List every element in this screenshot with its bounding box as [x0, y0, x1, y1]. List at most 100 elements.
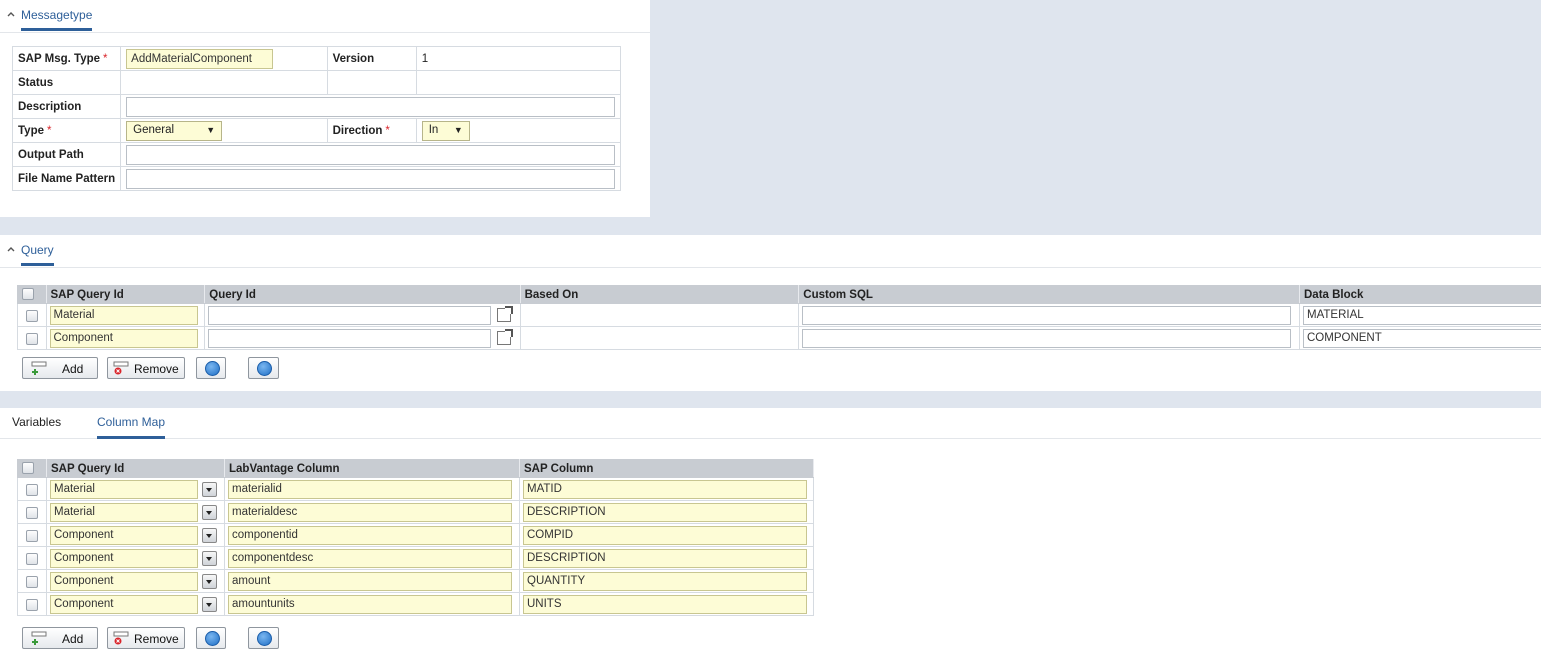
type-label: Type *	[11, 118, 122, 143]
sap-column-input[interactable]	[523, 479, 807, 499]
file-name-pattern-input[interactable]	[126, 168, 616, 189]
tab-variables[interactable]: Variables	[12, 415, 61, 429]
section-title-messagetype[interactable]: Messagetype	[21, 8, 93, 31]
query-grid-header: SAP Query Id Query Id Based On Custom SQ…	[17, 285, 1541, 304]
dropdown-arrow-icon[interactable]	[202, 481, 217, 497]
lookup-icon[interactable]	[497, 329, 514, 345]
dropdown-arrow-icon[interactable]	[202, 550, 217, 566]
type-select[interactable]: General ▼	[126, 120, 223, 141]
labvantage-column-cell	[224, 477, 520, 501]
description-cell	[120, 94, 622, 119]
sap-msg-type-input[interactable]	[126, 48, 274, 69]
row-checkbox-cell	[17, 546, 47, 570]
sap-query-id-input[interactable]	[50, 548, 198, 568]
chevron-up-icon[interactable]	[6, 9, 16, 19]
row-checkbox[interactable]	[26, 552, 38, 565]
sap-column-input[interactable]	[523, 502, 807, 522]
column-map-grid-header: SAP Query Id LabVantage Column SAP Colum…	[17, 459, 814, 478]
move-down-button[interactable]	[248, 357, 279, 379]
sap-query-id-input[interactable]	[49, 305, 198, 325]
labvantage-column-input[interactable]	[228, 525, 512, 545]
row-checkbox-cell	[17, 569, 47, 593]
required-mark: *	[103, 52, 108, 65]
row-checkbox[interactable]	[26, 529, 38, 542]
row-checkbox[interactable]	[26, 575, 38, 588]
labvantage-column-input[interactable]	[228, 548, 512, 568]
row-checkbox-cell	[17, 326, 47, 350]
direction-select[interactable]: In ▼	[421, 120, 470, 141]
add-icon	[31, 361, 47, 375]
direction-label: Direction *	[326, 118, 417, 143]
labvantage-column-cell	[224, 569, 520, 593]
dropdown-arrow-icon[interactable]	[202, 573, 217, 589]
select-all-checkbox[interactable]	[22, 288, 34, 301]
output-path-input[interactable]	[126, 144, 616, 165]
query-id-input[interactable]	[208, 305, 492, 325]
add-button[interactable]: Add	[22, 357, 98, 379]
custom-sql-input[interactable]	[802, 328, 1292, 348]
description-input[interactable]	[126, 96, 616, 117]
data-block-cell	[1299, 303, 1541, 327]
sap-query-id-cell	[46, 569, 225, 593]
row-checkbox[interactable]	[26, 506, 38, 519]
col-header-labvantage-column: LabVantage Column	[224, 459, 520, 478]
labvantage-column-input[interactable]	[228, 479, 512, 499]
query-id-input[interactable]	[208, 328, 492, 348]
description-label: Description	[11, 94, 122, 119]
data-block-cell	[1299, 326, 1541, 350]
sap-query-id-input[interactable]	[50, 594, 198, 614]
file-name-pattern-label: File Name Pattern	[11, 166, 122, 191]
dropdown-arrow-icon[interactable]	[202, 504, 217, 520]
status-empty-cell	[326, 70, 417, 95]
sap-column-input[interactable]	[523, 571, 807, 591]
sap-column-input[interactable]	[523, 594, 807, 614]
required-mark: *	[385, 124, 390, 137]
query-id-cell	[204, 326, 521, 350]
sap-query-id-cell	[45, 326, 206, 350]
sap-column-input[interactable]	[523, 525, 807, 545]
remove-button[interactable]: Remove	[107, 627, 185, 649]
labvantage-column-input[interactable]	[228, 502, 512, 522]
sap-query-id-cell	[46, 477, 225, 501]
sap-column-cell	[519, 523, 814, 547]
chevron-up-icon[interactable]	[6, 244, 16, 254]
status-empty-cell	[415, 70, 622, 95]
dropdown-arrow-icon[interactable]	[202, 596, 217, 612]
move-up-button[interactable]	[196, 357, 226, 379]
labvantage-column-input[interactable]	[228, 571, 512, 591]
sap-msg-type-cell	[120, 46, 328, 71]
sap-query-id-input[interactable]	[50, 502, 198, 522]
lookup-icon[interactable]	[497, 306, 514, 322]
output-path-cell	[120, 142, 622, 167]
sap-query-id-cell	[46, 500, 225, 524]
sap-query-id-input[interactable]	[50, 525, 198, 545]
move-up-button[interactable]	[196, 627, 226, 649]
sap-column-input[interactable]	[523, 548, 807, 568]
type-cell: General ▼	[120, 118, 328, 143]
row-checkbox[interactable]	[26, 483, 38, 496]
section-title-query[interactable]: Query	[21, 243, 54, 266]
remove-button[interactable]: Remove	[107, 357, 185, 379]
data-block-input[interactable]	[1303, 305, 1541, 325]
sap-query-id-input[interactable]	[49, 328, 198, 348]
labvantage-column-cell	[224, 592, 520, 616]
sap-query-id-input[interactable]	[50, 571, 198, 591]
row-checkbox[interactable]	[26, 598, 38, 611]
sap-query-id-input[interactable]	[50, 479, 198, 499]
dropdown-arrow-icon[interactable]	[202, 527, 217, 543]
labvantage-column-cell	[224, 523, 520, 547]
custom-sql-input[interactable]	[802, 305, 1292, 325]
add-button[interactable]: Add	[22, 627, 98, 649]
version-value: 1	[415, 46, 622, 71]
move-down-button[interactable]	[248, 627, 279, 649]
labvantage-column-input[interactable]	[228, 594, 512, 614]
data-block-input[interactable]	[1303, 328, 1541, 348]
move-up-icon	[205, 631, 220, 646]
tab-column-map[interactable]: Column Map	[97, 415, 166, 439]
select-all-header	[17, 285, 47, 304]
row-checkbox[interactable]	[25, 309, 38, 322]
row-checkbox-cell	[17, 592, 47, 616]
select-all-checkbox[interactable]	[22, 462, 34, 475]
status-label: Status	[11, 70, 122, 95]
row-checkbox[interactable]	[25, 332, 38, 345]
